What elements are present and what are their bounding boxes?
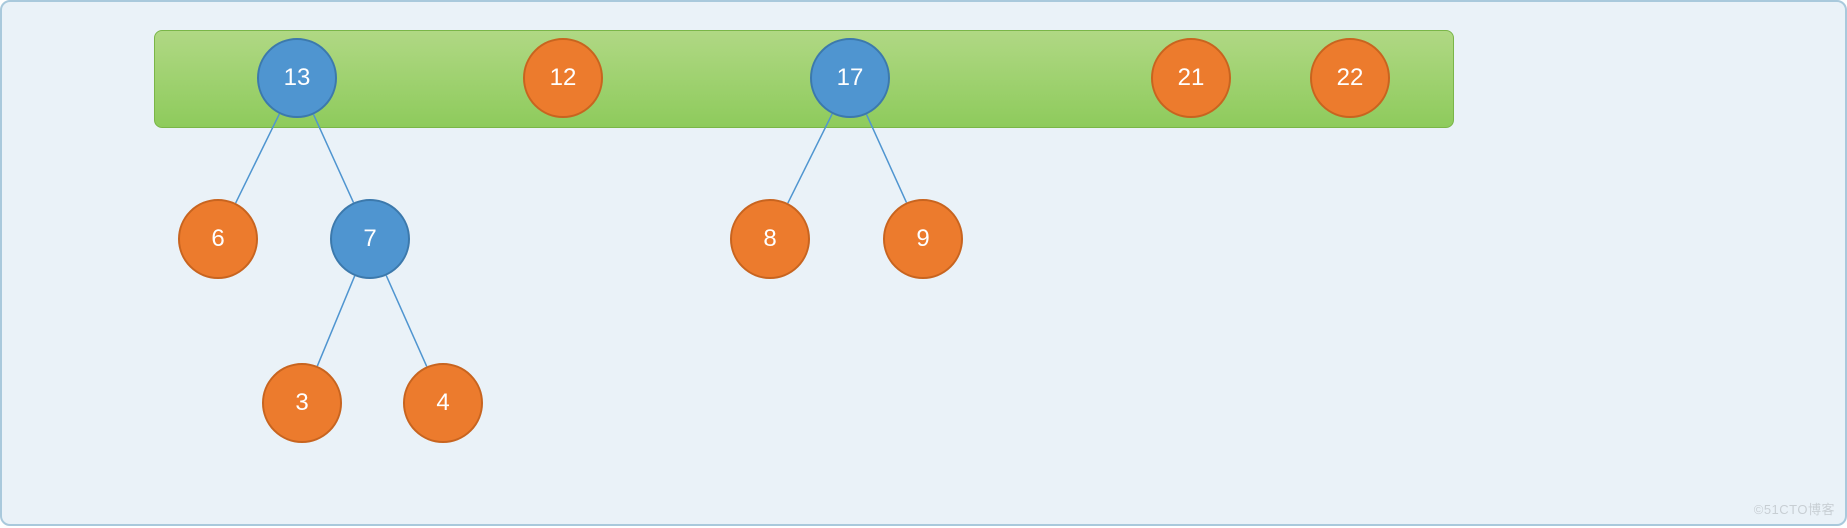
node-8: 8 [730,199,810,279]
root-group-band [154,30,1454,128]
node-3: 3 [262,363,342,443]
node-21: 21 [1151,38,1231,118]
diagram-canvas: 13 12 17 21 22 6 7 8 9 3 4 ©51CTO博客 [0,0,1847,526]
node-label: 7 [363,225,376,253]
edge-n7-n4 [386,276,426,367]
node-label: 17 [837,64,864,92]
node-9: 9 [883,199,963,279]
node-6: 6 [178,199,258,279]
node-12: 12 [523,38,603,118]
node-label: 3 [295,389,308,417]
node-13: 13 [257,38,337,118]
watermark-text: ©51CTO博客 [1754,499,1835,518]
node-label: 12 [550,64,577,92]
node-label: 8 [763,225,776,253]
node-label: 13 [284,64,311,92]
node-17: 17 [810,38,890,118]
node-label: 21 [1178,64,1205,92]
edge-n7-n3 [317,276,354,366]
node-label: 4 [436,389,449,417]
node-label: 22 [1337,64,1364,92]
node-label: 6 [211,225,224,253]
node-4: 4 [403,363,483,443]
node-7: 7 [330,199,410,279]
node-label: 9 [916,225,929,253]
node-22: 22 [1310,38,1390,118]
